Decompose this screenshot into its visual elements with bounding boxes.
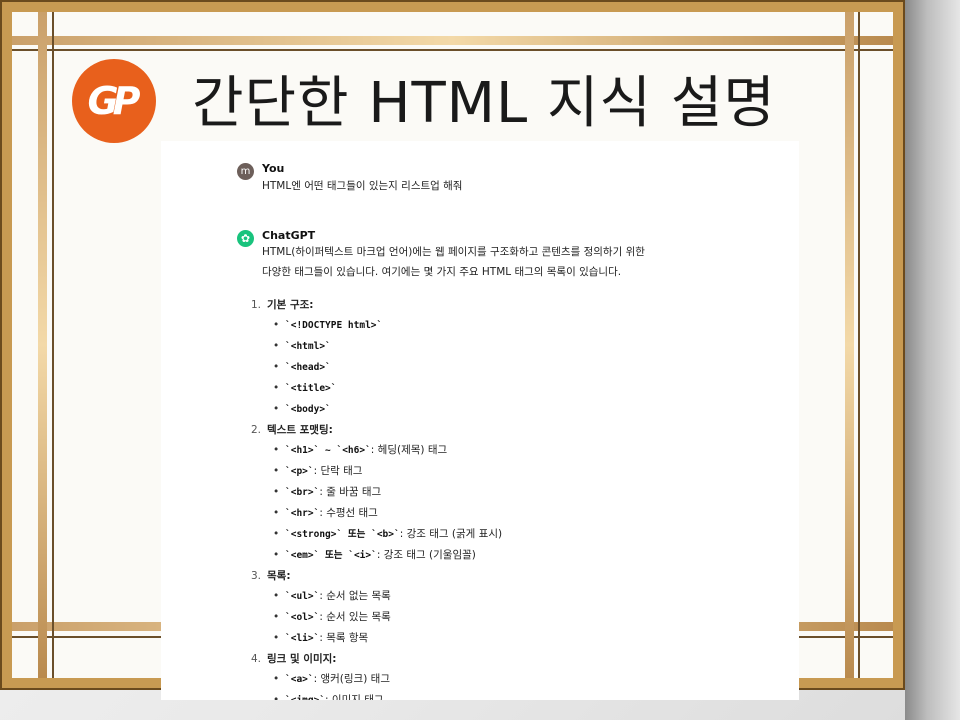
list-item: • `<html>` [273, 336, 771, 357]
slide-title: 간단한 HTML 지식 설명 [192, 71, 776, 136]
list-item: • `<hr>`: 수평선 태그 [273, 503, 771, 524]
tag-list: 1. 기본 구조: • `<!DOCTYPE html>` • `<html>` • `<he… [251, 295, 771, 700]
list-item: • `<body>` [273, 399, 771, 420]
section-number: 1. [251, 299, 262, 311]
bullet-icon: • [273, 340, 280, 352]
frame-bar-left [38, 12, 47, 678]
section-title: 기본 구조: [267, 299, 314, 311]
tag-description: : 이미지 태그 [325, 694, 384, 700]
tag-code: `<a>` [285, 674, 314, 685]
user-avatar: m [237, 163, 254, 180]
bullet-icon: • [273, 444, 280, 456]
list-item: • `<ol>`: 순서 있는 목록 [273, 607, 771, 628]
section-item: 3. 목록: • `<ul>`: 순서 없는 목록 • `<ol>`: 순서 있는 목록 •… [251, 566, 771, 649]
tag-description: : 헤딩(제목) 태그 [370, 444, 448, 456]
frame-line-right [858, 12, 860, 678]
section-title: 목록: [267, 570, 291, 582]
tag-code: `<body>` [285, 404, 331, 415]
frame-shadow [905, 0, 960, 720]
list-item: • `<br>`: 줄 바꿈 태그 [273, 482, 771, 503]
tag-code: `<title>` [285, 383, 337, 394]
tag-code: `<em>` 또는 `<i>` [285, 550, 377, 561]
section-subitems: • `<!DOCTYPE html>` • `<html>` • `<head>` • `<t… [267, 315, 771, 420]
tag-description: : 줄 바꿈 태그 [319, 486, 382, 498]
tag-code: `<p>` [285, 466, 314, 477]
gp-logo: GP [72, 59, 156, 143]
bullet-icon: • [273, 694, 280, 700]
frame-bar-top [12, 36, 893, 45]
list-item: • `<!DOCTYPE html>` [273, 315, 771, 336]
tag-code: `<br>` [285, 487, 320, 498]
user-name: You [262, 162, 285, 175]
section-item: 4. 링크 및 이미지: • `<a>`: 앵커(링크) 태그 • `<img>`: 이미… [251, 649, 771, 700]
bullet-icon: • [273, 403, 280, 415]
frame-bar-right [845, 12, 854, 678]
bullet-icon: • [273, 361, 280, 373]
list-item: • `<head>` [273, 357, 771, 378]
bullet-icon: • [273, 465, 280, 477]
assistant-intro-line1: HTML(하이퍼텍스트 마크업 언어)에는 웹 페이지를 구조화하고 콘텐츠를 … [262, 246, 645, 258]
tag-description: : 목록 항목 [319, 632, 369, 644]
tag-description: : 강조 태그 (굵게 표시) [399, 528, 503, 540]
user-message-text: HTML엔 어떤 태그들이 있는지 리스트업 해줘 [262, 180, 463, 192]
tag-code: `<html>` [285, 341, 331, 352]
list-item: • `<a>`: 앵커(링크) 태그 [273, 669, 771, 690]
section-title: 링크 및 이미지: [267, 653, 337, 665]
section-number: 4. [251, 653, 262, 665]
chat-screenshot: m You HTML엔 어떤 태그들이 있는지 리스트업 해줘 ✿ ChatGP… [161, 141, 799, 700]
tag-code: `<img>` [285, 695, 325, 700]
list-item: • `<ul>`: 순서 없는 목록 [273, 586, 771, 607]
bullet-icon: • [273, 611, 280, 623]
section-number: 2. [251, 424, 262, 436]
tag-code: `<h1>` ~ `<h6>` [285, 445, 371, 456]
tag-description: : 앵커(링크) 태그 [313, 673, 390, 685]
list-item: • `<h1>` ~ `<h6>`: 헤딩(제목) 태그 [273, 440, 771, 461]
tag-code: `<ul>` [285, 591, 320, 602]
chatgpt-logo-icon: ✿ [237, 230, 254, 247]
section-title: 텍스트 포맷팅: [267, 424, 333, 436]
list-item: • `<strong>` 또는 `<b>`: 강조 태그 (굵게 표시) [273, 524, 771, 545]
section-subitems: • `<a>`: 앵커(링크) 태그 • `<img>`: 이미지 태그 [267, 669, 771, 700]
section-subitems: • `<ul>`: 순서 없는 목록 • `<ol>`: 순서 있는 목록 • `<li>… [267, 586, 771, 649]
tag-code: `<head>` [285, 362, 331, 373]
list-item: • `<p>`: 단락 태그 [273, 461, 771, 482]
bullet-icon: • [273, 673, 280, 685]
tag-description: : 순서 없는 목록 [319, 590, 391, 602]
frame-line-top [12, 49, 893, 51]
assistant-message: ChatGPT HTML(하이퍼텍스트 마크업 언어)에는 웹 페이지를 구조화… [262, 229, 645, 282]
bullet-icon: • [273, 319, 280, 331]
bullet-icon: • [273, 590, 280, 602]
user-message: You HTML엔 어떤 태그들이 있는지 리스트업 해줘 [262, 162, 462, 197]
bullet-icon: • [273, 382, 280, 394]
bullet-icon: • [273, 486, 280, 498]
frame-line-left [52, 12, 54, 678]
list-item: • `<title>` [273, 378, 771, 399]
tag-code: `<li>` [285, 633, 320, 644]
section-number: 3. [251, 570, 262, 582]
logo-text: GP [87, 79, 140, 123]
assistant-intro-line2: 다양한 태그들이 있습니다. 여기에는 몇 가지 주요 HTML 태그의 목록이… [262, 266, 622, 278]
tag-description: : 순서 있는 목록 [319, 611, 391, 623]
tag-description: : 단락 태그 [313, 465, 363, 477]
tag-code: `<strong>` 또는 `<b>` [285, 529, 400, 540]
tag-description: : 수평선 태그 [319, 507, 378, 519]
assistant-name: ChatGPT [262, 229, 316, 242]
tag-description: : 강조 태그 (기울임꼴) [376, 549, 476, 561]
bullet-icon: • [273, 632, 280, 644]
tag-code: `<hr>` [285, 508, 320, 519]
tag-code: `<ol>` [285, 612, 320, 623]
bullet-icon: • [273, 507, 280, 519]
section-subitems: • `<h1>` ~ `<h6>`: 헤딩(제목) 태그 • `<p>`: 단락 태그… [267, 440, 771, 566]
list-item: • `<li>`: 목록 항목 [273, 628, 771, 649]
bullet-icon: • [273, 549, 280, 561]
section-item: 2. 텍스트 포맷팅: • `<h1>` ~ `<h6>`: 헤딩(제목) 태그 • `<… [251, 420, 771, 566]
bullet-icon: • [273, 528, 280, 540]
list-item: • `<em>` 또는 `<i>`: 강조 태그 (기울임꼴) [273, 545, 771, 566]
tag-code: `<!DOCTYPE html>` [285, 320, 383, 331]
list-item: • `<img>`: 이미지 태그 [273, 690, 771, 700]
slide: GP 간단한 HTML 지식 설명 m You HTML엔 어떤 태그들이 있는… [0, 0, 960, 720]
section-item: 1. 기본 구조: • `<!DOCTYPE html>` • `<html>` • `<he… [251, 295, 771, 420]
